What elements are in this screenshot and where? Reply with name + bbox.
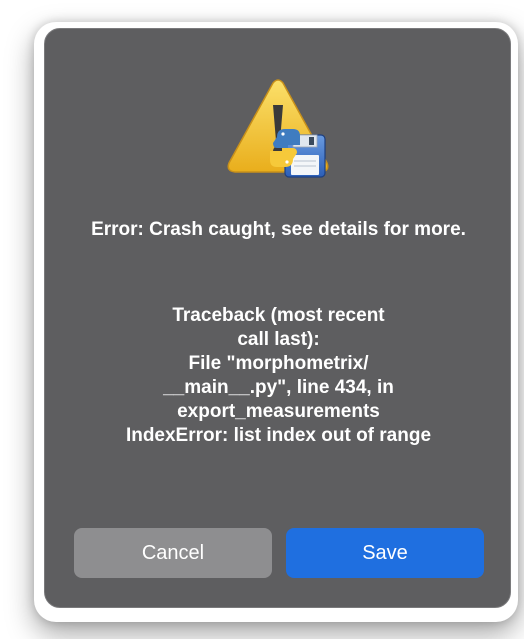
error-dialog: Error: Crash caught, see details for mor… bbox=[44, 28, 511, 608]
error-title: Error: Crash caught, see details for mor… bbox=[91, 219, 466, 240]
warning-icon bbox=[227, 79, 329, 178]
cancel-button[interactable]: Cancel bbox=[74, 528, 272, 578]
save-button[interactable]: Save bbox=[286, 528, 484, 578]
warning-python-launcher-icon bbox=[223, 77, 333, 185]
traceback-text: Traceback (most recent call last): File … bbox=[125, 305, 432, 446]
screen: Error: Crash caught, see details for mor… bbox=[0, 0, 524, 639]
